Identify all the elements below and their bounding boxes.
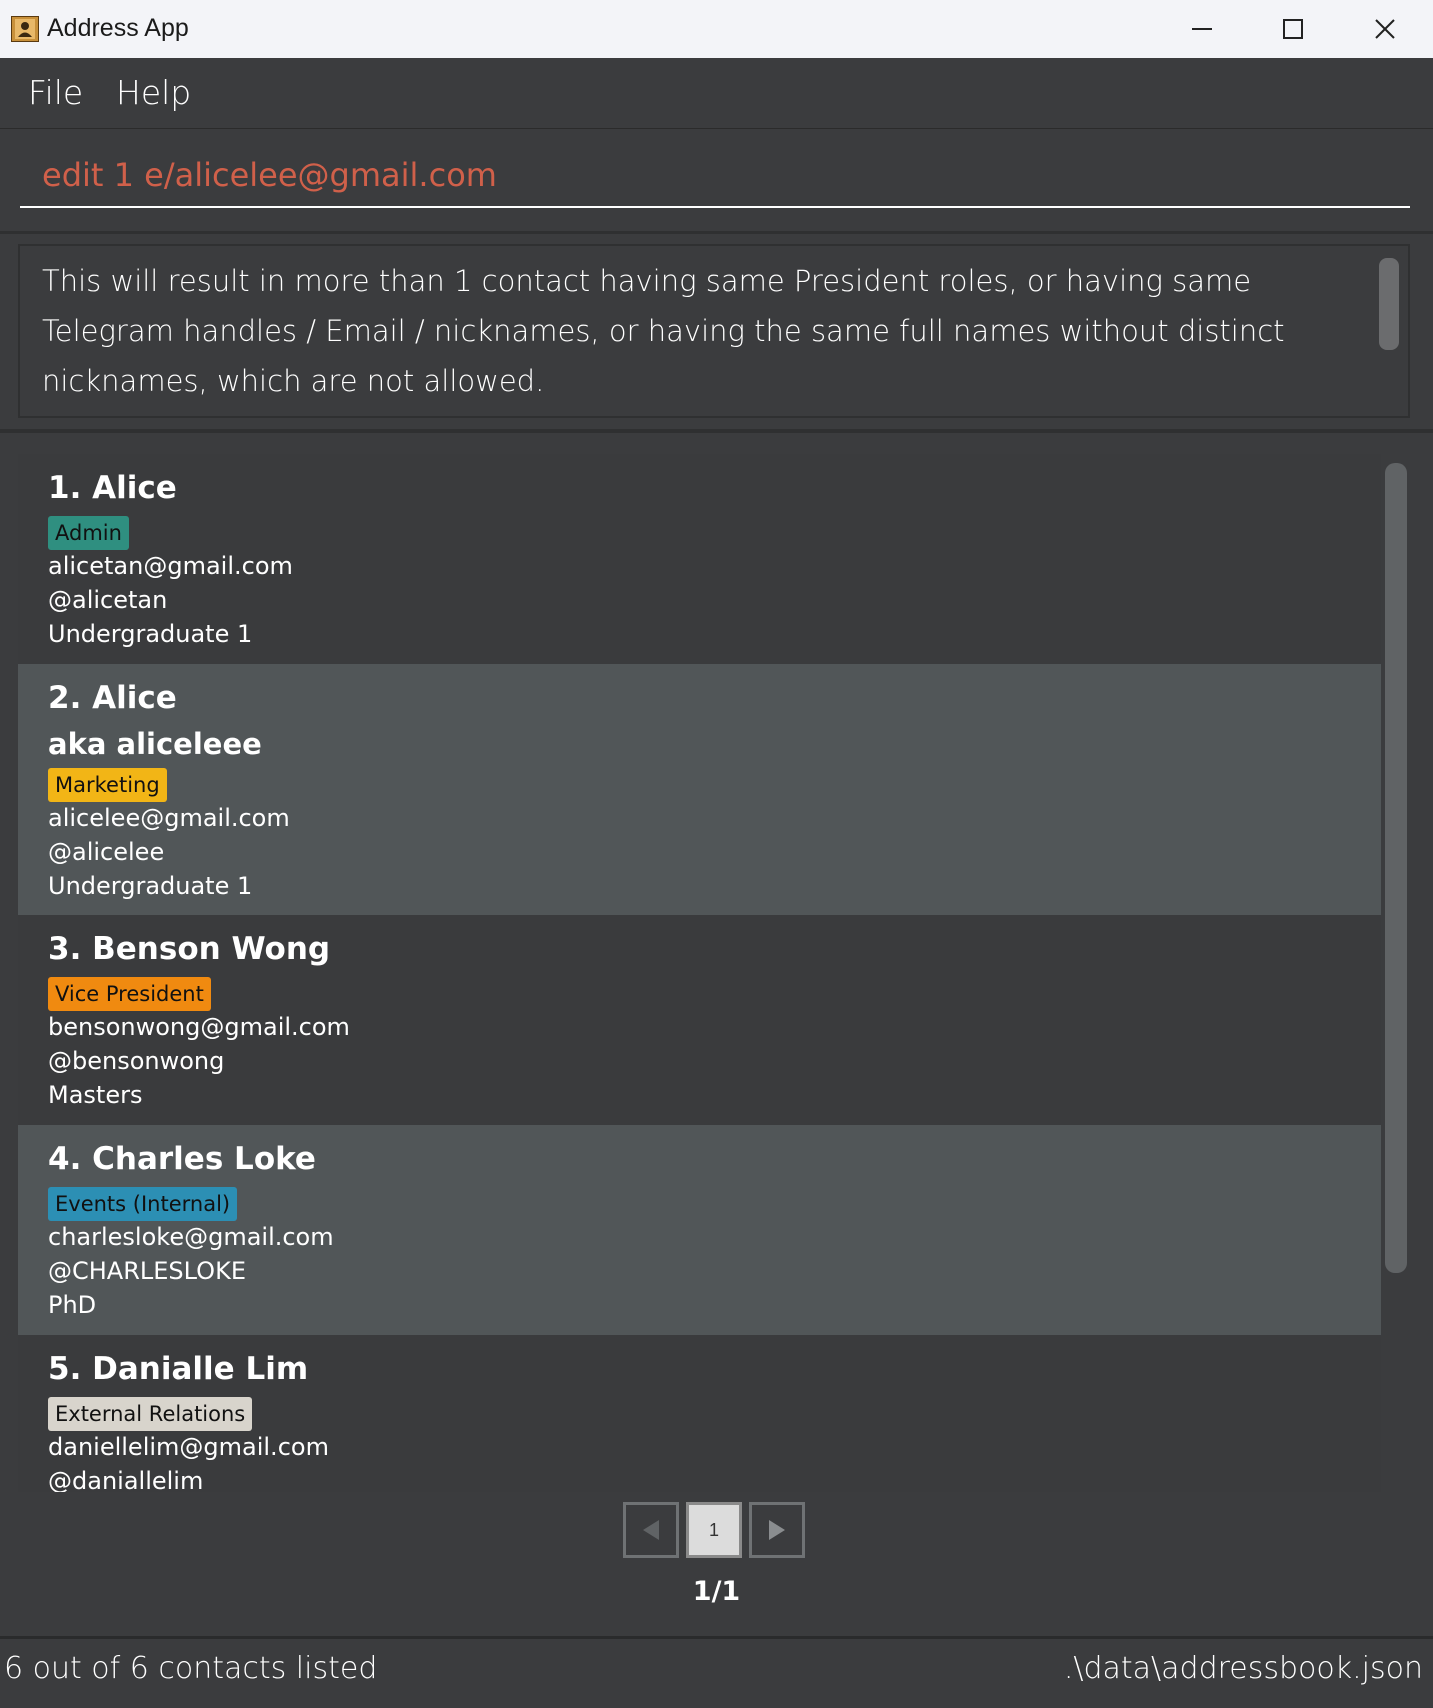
close-icon xyxy=(1375,19,1395,39)
maximize-button[interactable] xyxy=(1248,0,1338,58)
person-card[interactable]: 5. Danialle Lim External Relations danie… xyxy=(18,1335,1381,1492)
person-card[interactable]: 3. Benson Wong Vice President bensonwong… xyxy=(18,915,1381,1125)
person-list-panel: 1. Alice Admin alicetan@gmail.com @alice… xyxy=(0,433,1433,1492)
address-book-icon xyxy=(11,16,39,42)
result-display-panel: This will result in more than 1 contact … xyxy=(0,234,1433,433)
status-bar: 6 out of 6 contacts listed .\data\addres… xyxy=(0,1636,1433,1708)
menu-help[interactable]: Help xyxy=(116,73,191,112)
page-1-button[interactable]: 1 xyxy=(686,1502,742,1558)
arrow-right-icon xyxy=(769,1520,785,1540)
menu-bar: File Help xyxy=(0,58,1433,129)
role-tag: Vice President xyxy=(48,977,211,1011)
person-list: 1. Alice Admin alicetan@gmail.com @alice… xyxy=(18,454,1381,1492)
result-message: This will result in more than 1 contact … xyxy=(42,264,1285,398)
arrow-left-icon xyxy=(643,1520,659,1540)
person-card[interactable]: 4. Charles Loke Events (Internal) charle… xyxy=(18,1125,1381,1335)
person-name: 1. Alice xyxy=(48,470,177,506)
page-indicator: 1/1 xyxy=(692,1576,741,1607)
app-window: Address App File Help This will result i… xyxy=(0,0,1433,1708)
person-level: Undergraduate 1 xyxy=(48,620,253,648)
save-location: .\data\addressbook.json xyxy=(1063,1651,1423,1686)
result-scrollbar[interactable] xyxy=(1379,258,1399,350)
person-email: daniellelim@gmail.com xyxy=(48,1433,329,1461)
role-tag: External Relations xyxy=(48,1397,253,1431)
command-box xyxy=(0,129,1433,234)
close-button[interactable] xyxy=(1340,0,1430,58)
person-name: 2. Alice xyxy=(48,680,177,716)
maximize-icon xyxy=(1283,19,1303,39)
person-telegram: @CHARLESLOKE xyxy=(48,1257,246,1285)
role-tag: Marketing xyxy=(48,768,167,802)
minimize-button[interactable] xyxy=(1157,0,1247,58)
person-telegram: @daniallelim xyxy=(48,1467,204,1492)
person-nickname: aka aliceleee xyxy=(48,727,262,761)
person-level: Masters xyxy=(48,1081,143,1109)
next-page-button[interactable] xyxy=(749,1502,805,1558)
person-telegram: @alicelee xyxy=(48,838,165,866)
menu-file[interactable]: File xyxy=(28,73,83,112)
role-tag: Admin xyxy=(48,516,129,550)
person-name: 5. Danialle Lim xyxy=(48,1351,309,1387)
person-list-scrollbar[interactable] xyxy=(1385,463,1407,1273)
person-level: Undergraduate 1 xyxy=(48,872,253,900)
person-card[interactable]: 1. Alice Admin alicetan@gmail.com @alice… xyxy=(18,454,1381,664)
contacts-count: 6 out of 6 contacts listed xyxy=(4,1651,378,1686)
role-tag: Events (Internal) xyxy=(48,1187,238,1221)
person-telegram: @alicetan xyxy=(48,586,168,614)
person-telegram: @bensonwong xyxy=(48,1047,225,1075)
minimize-icon xyxy=(1192,28,1212,30)
person-email: alicelee@gmail.com xyxy=(48,804,290,832)
person-email: alicetan@gmail.com xyxy=(48,552,293,580)
person-email: bensonwong@gmail.com xyxy=(48,1013,350,1041)
result-display: This will result in more than 1 contact … xyxy=(18,244,1410,418)
command-input[interactable] xyxy=(20,143,1410,208)
person-level: PhD xyxy=(48,1291,97,1319)
window-title: Address App xyxy=(47,14,189,42)
person-name: 4. Charles Loke xyxy=(48,1141,316,1177)
person-card[interactable]: 2. Alice aka aliceleee Marketing alicele… xyxy=(18,664,1381,915)
person-email: charlesloke@gmail.com xyxy=(48,1223,334,1251)
person-name: 3. Benson Wong xyxy=(48,931,331,967)
previous-page-button[interactable] xyxy=(623,1502,679,1558)
title-bar: Address App xyxy=(0,0,1433,59)
